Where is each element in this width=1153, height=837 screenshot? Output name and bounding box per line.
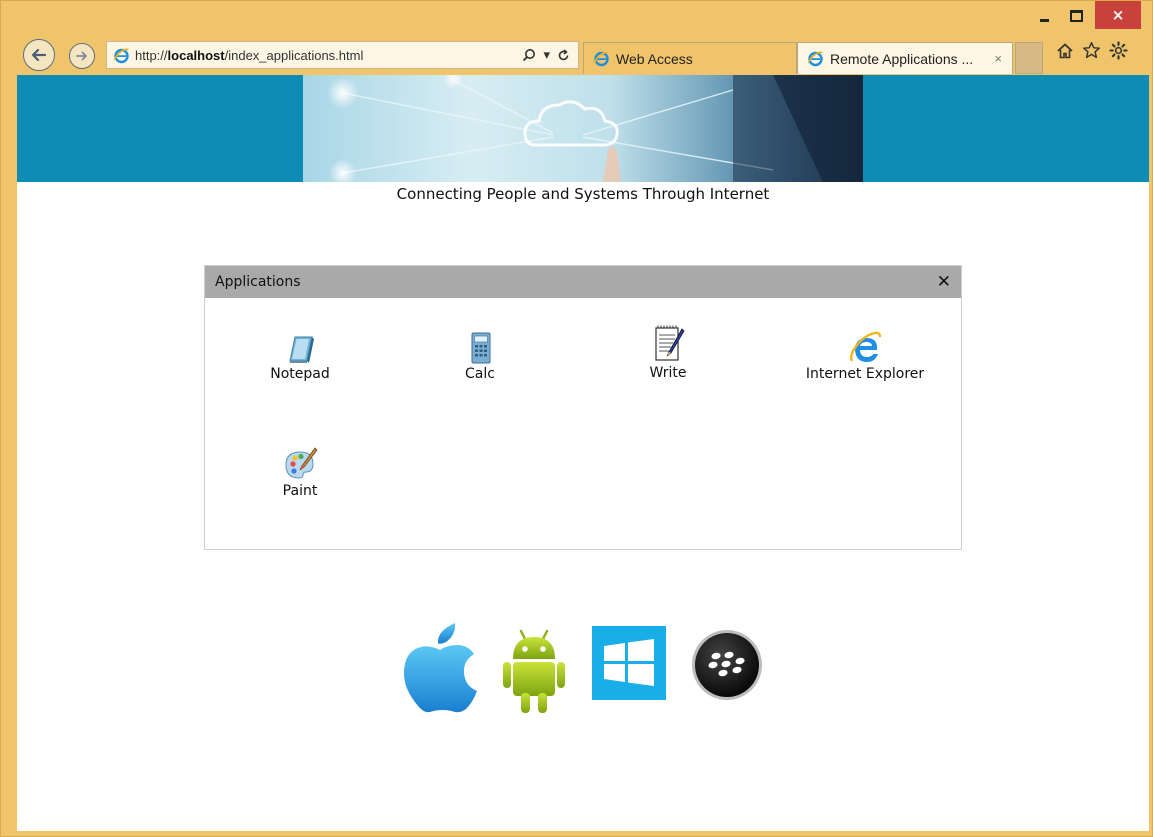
app-label: Internet Explorer bbox=[805, 366, 925, 382]
app-internet-explorer[interactable]: Internet Explorer bbox=[775, 331, 955, 382]
tab-web-access[interactable]: Web Access bbox=[583, 42, 797, 74]
url-text: http://localhost/index_applications.html bbox=[135, 47, 364, 63]
tagline: Connecting People and Systems Through In… bbox=[396, 185, 770, 203]
address-dropdown-icon[interactable]: ▾ bbox=[543, 48, 550, 63]
apple-logo-icon bbox=[403, 623, 477, 713]
app-calc[interactable]: Calc bbox=[390, 331, 570, 382]
header-banner bbox=[17, 75, 1149, 182]
favorites-star-icon[interactable] bbox=[1082, 41, 1101, 60]
app-label: Write bbox=[649, 365, 687, 381]
maximize-button[interactable] bbox=[1061, 1, 1091, 31]
panel-close-button[interactable]: ✕ bbox=[937, 272, 951, 292]
internet-explorer-icon bbox=[807, 51, 823, 67]
gear-icon[interactable] bbox=[1109, 41, 1128, 60]
app-write[interactable]: Write bbox=[578, 324, 758, 381]
paint-icon bbox=[285, 447, 318, 479]
minimize-icon bbox=[1039, 18, 1049, 22]
maximize-icon bbox=[1069, 10, 1083, 22]
notepad-icon bbox=[289, 336, 314, 363]
refresh-icon[interactable] bbox=[557, 48, 570, 62]
panel-header: Applications ✕ bbox=[205, 266, 961, 298]
internet-explorer-icon bbox=[113, 48, 129, 63]
app-label: Notepad bbox=[270, 366, 330, 382]
arrow-left-icon bbox=[31, 48, 47, 62]
cloud-banner-image bbox=[303, 75, 863, 182]
blackberry-logo-icon bbox=[692, 630, 762, 700]
tab-remote-applications[interactable]: Remote Applications ... × bbox=[797, 42, 1013, 74]
close-window-button[interactable]: × bbox=[1095, 1, 1141, 29]
internet-explorer-icon bbox=[593, 51, 609, 67]
new-tab-button[interactable] bbox=[1015, 42, 1043, 74]
search-icon[interactable] bbox=[522, 48, 536, 62]
close-icon: × bbox=[1111, 6, 1125, 24]
page-content: Connecting People and Systems Through In… bbox=[17, 75, 1149, 831]
forward-button[interactable] bbox=[69, 43, 95, 69]
tab-close-button[interactable]: × bbox=[994, 51, 1002, 66]
app-notepad[interactable]: Notepad bbox=[210, 331, 390, 382]
windows-logo-icon bbox=[592, 626, 666, 700]
arrow-right-icon bbox=[76, 51, 87, 61]
app-label: Calc bbox=[465, 366, 495, 382]
tab-label: Web Access bbox=[616, 50, 693, 67]
cloud-network-illustration bbox=[327, 75, 863, 182]
calculator-icon bbox=[471, 332, 491, 364]
app-label: Paint bbox=[282, 483, 318, 499]
app-paint[interactable]: Paint bbox=[210, 446, 390, 499]
address-bar[interactable]: http://localhost/index_applications.html… bbox=[106, 41, 579, 69]
browser-window: × http://localhost/index_applications.ht… bbox=[0, 0, 1153, 837]
applications-panel: Applications ✕ Notepad Calc Write Intern… bbox=[204, 265, 962, 550]
back-button[interactable] bbox=[23, 39, 55, 71]
minimize-button[interactable] bbox=[1029, 1, 1059, 31]
android-logo-icon bbox=[503, 629, 565, 713]
home-icon[interactable] bbox=[1056, 42, 1074, 60]
internet-explorer-icon bbox=[849, 331, 881, 362]
tab-label: Remote Applications ... bbox=[830, 50, 974, 67]
write-icon bbox=[655, 325, 685, 361]
panel-title: Applications bbox=[215, 274, 301, 290]
